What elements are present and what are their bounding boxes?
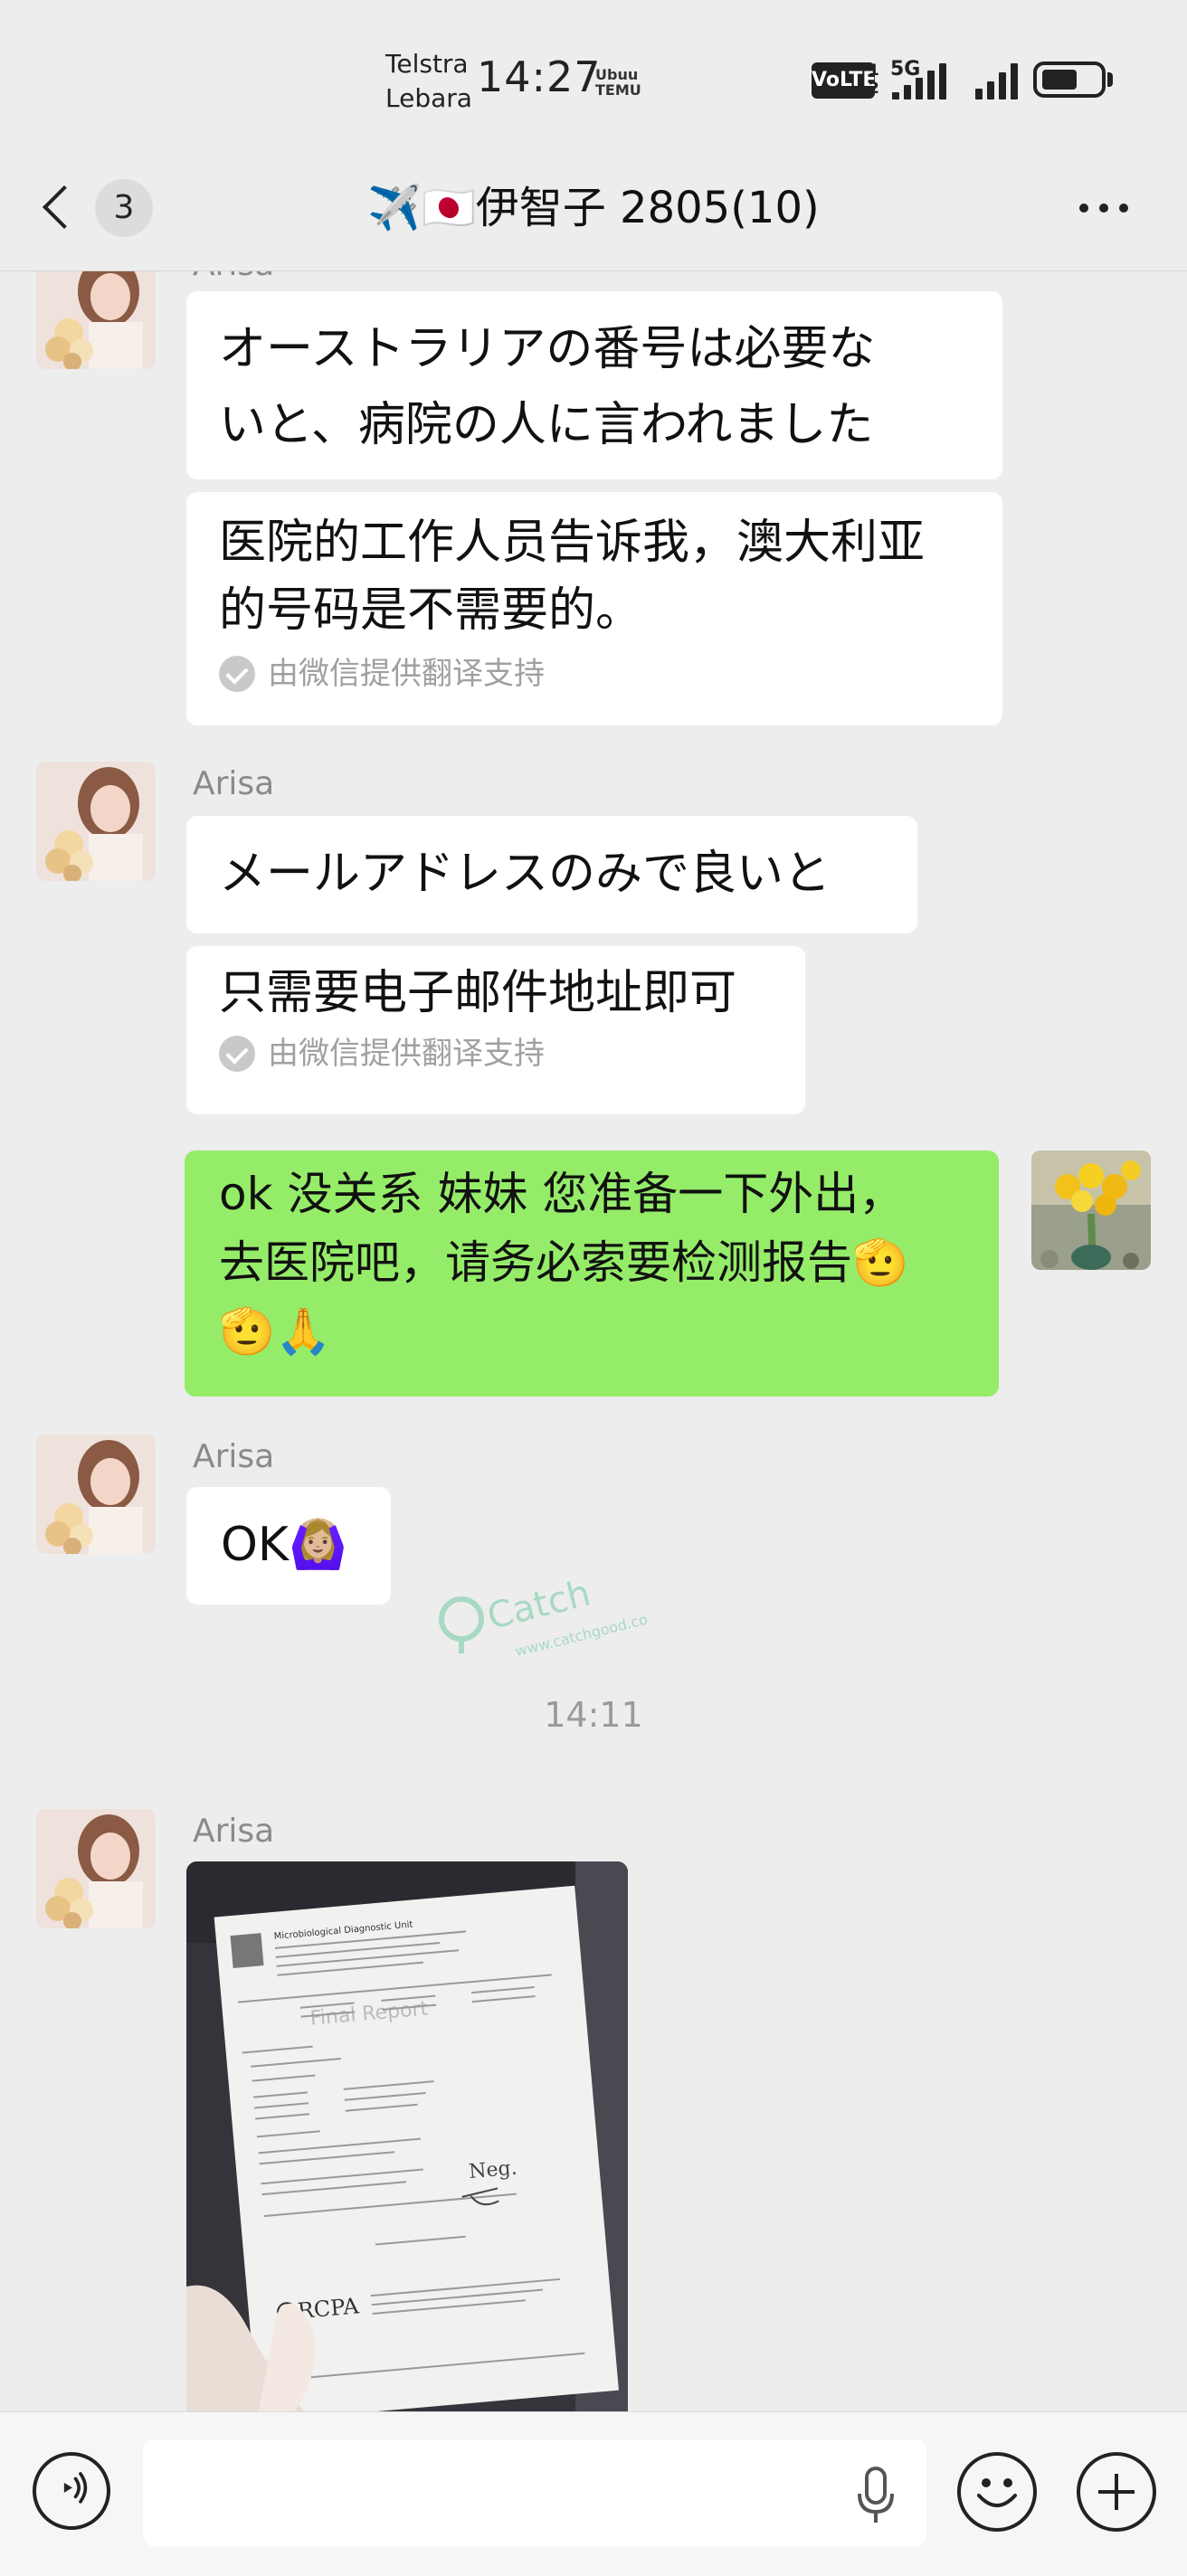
message-text: 🫡🙏 [219,1305,332,1358]
more-dot-icon [1119,204,1128,213]
message-timestamp: 14:11 [544,1695,643,1735]
message-bubble-incoming[interactable]: メールアドレスのみで良いと [186,816,917,933]
sender-name: Arisa [193,271,274,283]
smiley-icon [977,2478,1017,2507]
sender-name: Arisa [193,1438,275,1475]
translation-text: 医院的工作人员告诉我，澳大利亚 [219,516,926,570]
avatar-arisa[interactable] [36,1435,156,1554]
sim-slot-numbers: 1 2 [869,62,879,98]
translation-note-text: 由微信提供翻译支持 [268,1036,545,1072]
avatar-me-image [1031,1151,1151,1270]
avatar-arisa-image [36,762,156,881]
avatar-arisa[interactable] [36,762,156,881]
avatar-arisa-image [36,1809,156,1928]
avatar-me[interactable] [1031,1151,1151,1270]
carrier-2: Lebara [385,83,472,113]
avatar-arisa-image [36,1435,156,1554]
more-dot-icon [1099,204,1108,213]
message-text: メールアドレスのみで良いと [219,847,831,901]
sim-slot-1: 1 [869,62,879,80]
status-time: 14:27 [477,52,602,101]
sender-name: Arisa [193,1813,275,1850]
watermark-url: www.catchgood.co [513,1610,649,1655]
microphone-icon[interactable] [849,2463,903,2526]
carrier-1: Telstra [385,49,469,79]
check-circle-icon [219,656,255,692]
message-text: オーストラリアの番号は必要な [219,322,876,376]
avatar-arisa[interactable] [36,271,156,369]
translation-text: 只需要电子邮件地址即可 [219,966,737,1020]
signal-icon-sim1 [892,63,946,99]
message-bubble-outgoing[interactable]: ok 没关系 妹妹 您准备一下外出， 去医院吧，请务必索要检测报告🫡 🫡🙏 [185,1151,999,1397]
chat-input-bar [0,2411,1187,2576]
unread-count-badge: 3 [95,179,153,237]
status-bar: Telstra Lebara 14:27 Ubuu TEMU VoLTE 1 2… [0,0,1187,145]
notification-badge: Ubuu TEMU [595,67,641,98]
sim-slot-2: 2 [869,80,879,98]
more-functions-button[interactable] [1077,2452,1156,2532]
more-dot-icon [1079,204,1088,213]
report-photo-image: Microbiological Diagnostic Unit Final Re… [186,1861,628,2411]
notification-badge-line2: TEMU [595,81,641,99]
back-button[interactable]: 3 [36,172,163,244]
notification-badge-line1: Ubuu [595,66,639,83]
message-text: OK🙆🏼‍♀️ [221,1518,347,1572]
volte-icon: VoLTE [812,62,876,99]
battery-icon [1033,62,1106,98]
message-input[interactable] [143,2439,926,2546]
message-bubble-incoming[interactable]: OK🙆🏼‍♀️ [186,1487,391,1605]
carrier-names: Telstra Lebara [385,47,472,116]
check-circle-icon [219,1036,255,1072]
avatar-arisa-image [36,271,156,369]
avatar-arisa[interactable] [36,1809,156,1928]
chat-header: ✈️🇯🇵伊智子 2805(10) 3 [0,145,1187,271]
voice-input-button[interactable] [33,2452,110,2530]
battery-cap [1107,72,1113,87]
voice-wave-icon [63,2472,88,2504]
image-message-report-photo[interactable]: Microbiological Diagnostic Unit Final Re… [186,1861,628,2411]
watermark-brand: Catch [483,1572,594,1638]
catchgood-watermark: Catch www.catchgood.co [439,1572,650,1655]
wechat-chat-screen: Telstra Lebara 14:27 Ubuu TEMU VoLTE 1 2… [0,0,1187,2576]
translation-note: 由微信提供翻译支持 [219,651,970,696]
report-handwritten-note: Neg. [468,2157,518,2184]
message-text: ok 没关系 妹妹 您准备一下外出， [219,1168,905,1220]
translation-bubble[interactable]: 医院的工作人员告诉我，澳大利亚 的号码是不需要的。 由微信提供翻译支持 [186,492,1002,725]
message-text: いと、病院の人に言われました [219,398,874,452]
chevron-left-icon [42,185,87,230]
translation-text: 的号码是不需要的。 [219,583,643,638]
message-bubble-incoming[interactable]: オーストラリアの番号は必要な いと、病院の人に言われました [186,291,1002,479]
sender-name: Arisa [193,765,275,802]
battery-fill [1042,70,1077,90]
more-options-button[interactable] [1068,181,1140,235]
translation-bubble[interactable]: 只需要电子邮件地址即可 由微信提供翻译支持 [186,946,805,1114]
translation-note-text: 由微信提供翻译支持 [268,656,545,692]
message-text: 去医院吧，请务必索要检测报告🫡 [219,1236,909,1289]
message-list[interactable]: Arisa オーストラリアの番号は必要な いと、病院の人に言われました 医院的工… [0,271,1187,2411]
translation-note: 由微信提供翻译支持 [219,1031,773,1076]
signal-icon-sim2 [975,63,1018,99]
chat-title: ✈️🇯🇵伊智子 2805(10) [367,183,820,233]
emoji-button[interactable] [957,2452,1037,2532]
